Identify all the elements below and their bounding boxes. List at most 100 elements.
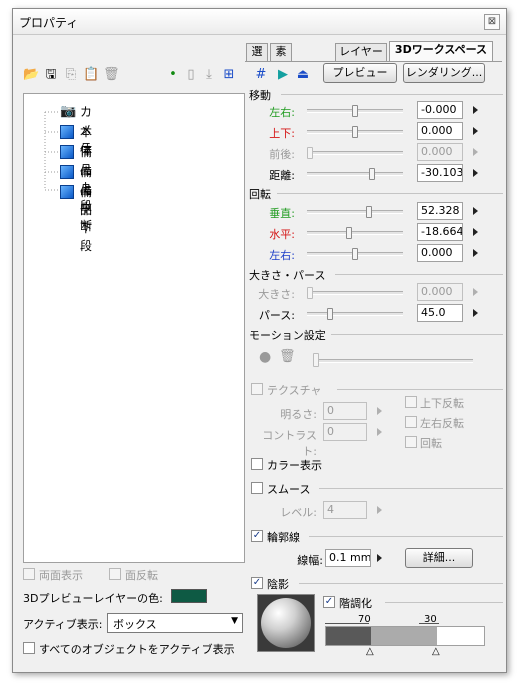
eject-icon[interactable]: ⏏ [295,67,311,83]
rotation-section-title: 回転 [249,188,271,201]
copy-icon[interactable]: ⎘ [63,67,79,83]
outline-checkbox[interactable]: ✓ [251,530,263,542]
rot-horizontal-slider[interactable] [307,231,403,235]
layer-color-label: 3Dプレビューレイヤーの色: [23,592,163,605]
smooth-label: スムース [267,483,311,496]
line-width-input[interactable]: 0.1 mm [325,549,371,567]
tab-3d-workspace[interactable]: 3Dワークスペース [389,41,493,62]
rot-vertical-slider-thumb[interactable] [366,206,372,218]
gradation-light-segment [437,627,484,645]
active-display-value: ボックス [113,618,157,631]
properties-window: プロパティ ⊠ 選 素 レイヤー 3Dワークスペース 📂 🖫 ⎘ 📋 🗑 • ▯… [12,8,507,673]
move-ud-label: 上下: [269,127,295,140]
all-objects-active-checkbox[interactable] [23,642,35,654]
paste-icon[interactable]: 📋 [83,67,99,83]
contrast-input: 0 [323,423,367,441]
divider [277,193,503,194]
gradation-handle-30-icon[interactable]: △ [432,646,440,657]
move-lr-arrow-icon[interactable] [473,106,478,114]
move-lr-input[interactable]: -0.000 [417,101,463,119]
active-display-dropdown[interactable]: ボックス ▼ [107,613,243,633]
all-objects-active-label: すべてのオブジェクトをアクティブ表示 [39,643,235,656]
tab-select[interactable]: 選 [246,43,268,61]
texture-checkbox [251,383,263,395]
play-icon[interactable]: ▶ [275,67,291,83]
dot-icon[interactable]: • [165,67,181,83]
gradation-marker-line [325,623,369,625]
perspective-slider-thumb[interactable] [327,308,333,320]
tree-item-label: 備品下段 [80,185,93,253]
tab-element[interactable]: 素 [270,43,292,61]
perspective-label: パース: [258,309,295,322]
preview-button[interactable]: プレビュー [323,63,397,83]
gradation-handle-70-icon[interactable]: △ [366,646,374,657]
close-icon[interactable]: ⊠ [484,14,500,30]
delete-icon[interactable]: 🗑 [103,67,120,83]
rot-horizontal-arrow-icon[interactable] [473,228,478,236]
move-ud-input[interactable]: 0.000 [417,122,463,140]
rot-horizontal-input[interactable]: -18.664 [417,223,463,241]
tab-divider [245,61,502,62]
double-side-label: 両面表示 [39,569,83,582]
gradation-bar[interactable] [325,626,485,646]
gradation-dark-segment [326,627,371,645]
size-slider-thumb [307,287,313,299]
tab-layer[interactable]: レイヤー [335,43,387,61]
grid-icon[interactable]: ⊞ [221,67,237,83]
rot-lr-slider-thumb[interactable] [352,248,358,260]
shading-preview [257,594,315,652]
divider [299,583,503,584]
motion-slider [313,359,473,363]
frame-icon[interactable]: ▯ [183,67,199,83]
rot-vertical-arrow-icon[interactable] [473,207,478,215]
distance-slider-thumb[interactable] [369,168,375,180]
layer-color-swatch[interactable] [171,589,207,603]
gradation-marker-line [419,623,439,625]
save-icon[interactable]: 🖫 [43,67,59,83]
move-fb-input: 0.000 [417,143,463,161]
move-ud-slider-thumb[interactable] [352,126,358,138]
divider [385,602,503,603]
distance-input[interactable]: -30.103 [417,164,463,182]
line-width-arrow-icon[interactable] [377,554,382,562]
flip-vertical-checkbox [405,396,417,408]
outline-detail-button[interactable]: 詳細... [405,548,473,568]
move-lr-slider-thumb[interactable] [352,105,358,117]
cube-icon [60,145,74,159]
smooth-checkbox[interactable] [251,482,263,494]
divider [335,274,503,275]
perspective-arrow-icon[interactable] [473,309,478,317]
open-folder-icon[interactable]: 📂 [23,67,39,83]
title-bar: プロパティ ⊠ [13,9,506,35]
divider [309,536,503,537]
rendering-button[interactable]: レンダリング... [403,63,485,83]
size-arrow-icon [473,288,478,296]
rot-horizontal-slider-thumb[interactable] [346,227,352,239]
distance-slider[interactable] [307,172,403,176]
grid-lines-icon[interactable]: # [253,67,269,83]
rot-vertical-input[interactable]: 52.328 [417,202,463,220]
move-lr-label: 左右: [269,106,295,119]
object-tree[interactable]: 📷 カメラ 本体 備品上段 備品中断 備品下段 [23,93,245,563]
rot-lr-input[interactable]: 0.000 [417,244,463,262]
move-ud-arrow-icon[interactable] [473,127,478,135]
gradation-label: 階調化 [339,597,372,610]
rot-lr-arrow-icon[interactable] [473,249,478,257]
download-icon[interactable]: ⤓ [201,67,217,83]
size-perspective-section-title: 大きさ・パース [249,269,326,282]
shading-sphere [261,598,311,648]
distance-arrow-icon[interactable] [473,169,478,177]
texture-rotate-checkbox [405,436,417,448]
perspective-slider[interactable] [307,312,403,316]
gradation-checkbox[interactable]: ✓ [323,596,335,608]
cube-icon [60,125,74,139]
color-display-checkbox[interactable] [251,458,263,470]
perspective-input[interactable]: 45.0 [417,304,463,322]
shadow-checkbox[interactable]: ✓ [251,577,263,589]
trash-icon: 🗑 [279,349,296,364]
smooth-level-arrow-icon [377,506,382,514]
flip-vertical-label: 上下反転 [420,397,464,410]
rot-lr-label: 左右: [269,249,295,262]
brightness-input: 0 [323,402,367,420]
rot-vertical-slider[interactable] [307,210,403,214]
